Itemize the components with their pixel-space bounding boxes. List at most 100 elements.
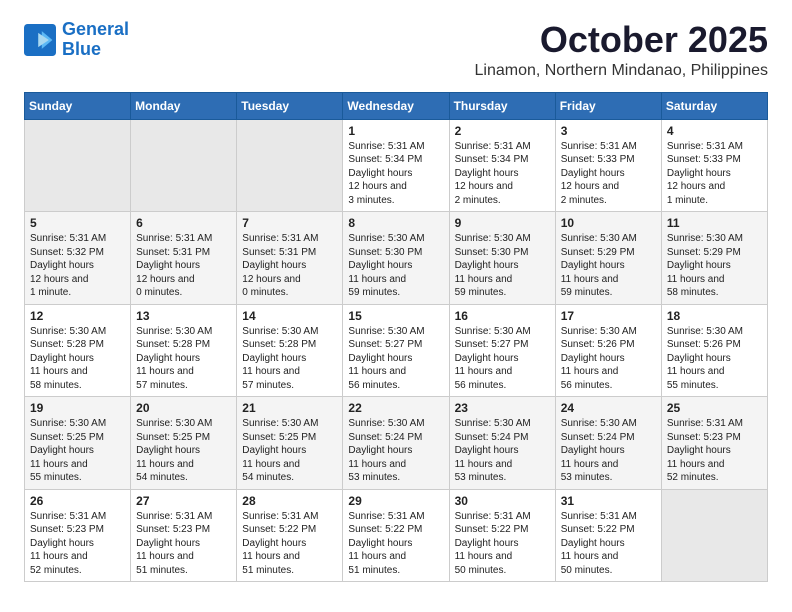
calendar-cell	[661, 489, 767, 582]
location-title: Linamon, Northern Mindanao, Philippines	[474, 62, 768, 80]
calendar-cell: 24 Sunrise: 5:30 AMSunset: 5:24 PMDayligh…	[555, 397, 661, 490]
day-number: 26	[30, 494, 125, 508]
cell-info: Sunrise: 5:30 AMSunset: 5:25 PMDaylight …	[30, 417, 125, 485]
calendar-cell: 29Sunrise: 5:31 AMSunset: 5:22 PMDayligh…	[343, 489, 449, 582]
calendar-cell: 9 Sunrise: 5:30 AMSunset: 5:30 PMDaylight…	[449, 212, 555, 305]
day-number: 17	[561, 309, 656, 323]
day-number: 12	[30, 309, 125, 323]
calendar-cell: 5Sunrise: 5:31 AMSunset: 5:32 PMDaylight…	[25, 212, 131, 305]
day-number: 31	[561, 494, 656, 508]
cell-info: Sunrise: 5:31 AMSunset: 5:23 PMDaylight …	[136, 510, 231, 578]
month-title: October 2025	[474, 20, 768, 60]
day-number: 18	[667, 309, 762, 323]
calendar-cell: 20Sunrise: 5:30 AMSunset: 5:25 PMDayligh…	[131, 397, 237, 490]
day-number: 21	[242, 401, 337, 415]
col-tuesday: Tuesday	[237, 92, 343, 119]
calendar-cell: 8Sunrise: 5:30 AMSunset: 5:30 PMDaylight…	[343, 212, 449, 305]
day-number: 28	[242, 494, 337, 508]
col-wednesday: Wednesday	[343, 92, 449, 119]
calendar-week-5: 26 Sunrise: 5:31 AMSunset: 5:23 PMDayligh…	[25, 489, 768, 582]
logo-blue: Blue	[62, 39, 101, 59]
cell-info: Sunrise: 5:31 AMSunset: 5:31 PMDaylight …	[242, 232, 337, 300]
cell-info: Sunrise: 5:30 AMSunset: 5:30 PMDaylight …	[348, 232, 443, 300]
day-number: 30	[455, 494, 550, 508]
logo: General Blue	[24, 20, 129, 60]
logo-text: General Blue	[62, 20, 129, 60]
cell-info: Sunrise: 5:30 AMSunset: 5:28 PMDaylight …	[136, 325, 231, 393]
cell-info: Sunrise: 5:31 AMSunset: 5:31 PMDaylight …	[136, 232, 231, 300]
calendar-cell: 22Sunrise: 5:30 AMSunset: 5:24 PMDayligh…	[343, 397, 449, 490]
calendar-cell: 18 Sunrise: 5:30 AMSunset: 5:26 PMDayligh…	[661, 304, 767, 397]
calendar-week-2: 5Sunrise: 5:31 AMSunset: 5:32 PMDaylight…	[25, 212, 768, 305]
calendar-cell: 17 Sunrise: 5:30 AMSunset: 5:26 PMDayligh…	[555, 304, 661, 397]
cell-info: Sunrise: 5:30 AMSunset: 5:29 PMDaylight …	[667, 232, 762, 300]
day-number: 20	[136, 401, 231, 415]
logo-general: General	[62, 19, 129, 39]
day-number: 13	[136, 309, 231, 323]
calendar-cell: 21Sunrise: 5:30 AMSunset: 5:25 PMDayligh…	[237, 397, 343, 490]
cell-info: Sunrise: 5:30 AMSunset: 5:30 PMDaylight …	[455, 232, 550, 300]
cell-info: Sunrise: 5:31 AMSunset: 5:34 PMDaylight …	[348, 140, 443, 208]
col-sunday: Sunday	[25, 92, 131, 119]
calendar-cell: 27 Sunrise: 5:31 AMSunset: 5:23 PMDayligh…	[131, 489, 237, 582]
cell-info: Sunrise: 5:30 AMSunset: 5:28 PMDaylight …	[30, 325, 125, 393]
calendar-cell: 26 Sunrise: 5:31 AMSunset: 5:23 PMDayligh…	[25, 489, 131, 582]
calendar-cell: 16Sunrise: 5:30 AMSunset: 5:27 PMDayligh…	[449, 304, 555, 397]
cell-info: Sunrise: 5:31 AMSunset: 5:33 PMDaylight …	[561, 140, 656, 208]
day-number: 25	[667, 401, 762, 415]
day-number: 6	[136, 216, 231, 230]
cell-info: Sunrise: 5:30 AMSunset: 5:24 PMDaylight …	[455, 417, 550, 485]
col-saturday: Saturday	[661, 92, 767, 119]
day-number: 9	[455, 216, 550, 230]
calendar-header: Sunday Monday Tuesday Wednesday Thursday…	[25, 92, 768, 119]
day-number: 7	[242, 216, 337, 230]
day-number: 1	[348, 124, 443, 138]
day-number: 11	[667, 216, 762, 230]
calendar-cell: 4Sunrise: 5:31 AMSunset: 5:33 PMDaylight…	[661, 119, 767, 212]
title-block: October 2025 Linamon, Northern Mindanao,…	[474, 20, 768, 80]
calendar-cell: 19Sunrise: 5:30 AMSunset: 5:25 PMDayligh…	[25, 397, 131, 490]
day-number: 23	[455, 401, 550, 415]
cell-info: Sunrise: 5:31 AMSunset: 5:34 PMDaylight …	[455, 140, 550, 208]
calendar-cell: 15Sunrise: 5:30 AMSunset: 5:27 PMDayligh…	[343, 304, 449, 397]
day-number: 24	[561, 401, 656, 415]
header-row: General Blue October 2025 Linamon, North…	[24, 20, 768, 80]
calendar-cell: 23 Sunrise: 5:30 AMSunset: 5:24 PMDayligh…	[449, 397, 555, 490]
calendar-cell: 2 Sunrise: 5:31 AMSunset: 5:34 PMDaylight…	[449, 119, 555, 212]
day-number: 27	[136, 494, 231, 508]
day-number: 14	[242, 309, 337, 323]
day-number: 2	[455, 124, 550, 138]
calendar-cell: 28Sunrise: 5:31 AMSunset: 5:22 PMDayligh…	[237, 489, 343, 582]
cell-info: Sunrise: 5:31 AMSunset: 5:23 PMDaylight …	[667, 417, 762, 485]
col-friday: Friday	[555, 92, 661, 119]
cell-info: Sunrise: 5:30 AMSunset: 5:28 PMDaylight …	[242, 325, 337, 393]
day-number: 29	[348, 494, 443, 508]
cell-info: Sunrise: 5:30 AMSunset: 5:24 PMDaylight …	[561, 417, 656, 485]
cell-info: Sunrise: 5:31 AMSunset: 5:32 PMDaylight …	[30, 232, 125, 300]
calendar-body: 1 Sunrise: 5:31 AMSunset: 5:34 PMDaylight…	[25, 119, 768, 582]
cell-info: Sunrise: 5:30 AMSunset: 5:27 PMDaylight …	[348, 325, 443, 393]
calendar-cell: 7 Sunrise: 5:31 AMSunset: 5:31 PMDaylight…	[237, 212, 343, 305]
cell-info: Sunrise: 5:31 AMSunset: 5:22 PMDaylight …	[561, 510, 656, 578]
day-number: 16	[455, 309, 550, 323]
calendar-week-4: 19Sunrise: 5:30 AMSunset: 5:25 PMDayligh…	[25, 397, 768, 490]
calendar-cell: 1 Sunrise: 5:31 AMSunset: 5:34 PMDaylight…	[343, 119, 449, 212]
calendar-week-1: 1 Sunrise: 5:31 AMSunset: 5:34 PMDaylight…	[25, 119, 768, 212]
cell-info: Sunrise: 5:31 AMSunset: 5:23 PMDaylight …	[30, 510, 125, 578]
day-number: 10	[561, 216, 656, 230]
calendar-cell: 13 Sunrise: 5:30 AMSunset: 5:28 PMDayligh…	[131, 304, 237, 397]
calendar-cell: 12 Sunrise: 5:30 AMSunset: 5:28 PMDayligh…	[25, 304, 131, 397]
col-monday: Monday	[131, 92, 237, 119]
calendar-cell: 10 Sunrise: 5:30 AMSunset: 5:29 PMDayligh…	[555, 212, 661, 305]
page: General Blue October 2025 Linamon, North…	[0, 0, 792, 598]
day-number: 3	[561, 124, 656, 138]
calendar-cell: 31 Sunrise: 5:31 AMSunset: 5:22 PMDayligh…	[555, 489, 661, 582]
cell-info: Sunrise: 5:30 AMSunset: 5:29 PMDaylight …	[561, 232, 656, 300]
day-number: 22	[348, 401, 443, 415]
cell-info: Sunrise: 5:31 AMSunset: 5:22 PMDaylight …	[455, 510, 550, 578]
calendar-cell	[237, 119, 343, 212]
cell-info: Sunrise: 5:30 AMSunset: 5:26 PMDaylight …	[561, 325, 656, 393]
cell-info: Sunrise: 5:30 AMSunset: 5:26 PMDaylight …	[667, 325, 762, 393]
calendar-table: Sunday Monday Tuesday Wednesday Thursday…	[24, 92, 768, 583]
calendar-cell	[131, 119, 237, 212]
